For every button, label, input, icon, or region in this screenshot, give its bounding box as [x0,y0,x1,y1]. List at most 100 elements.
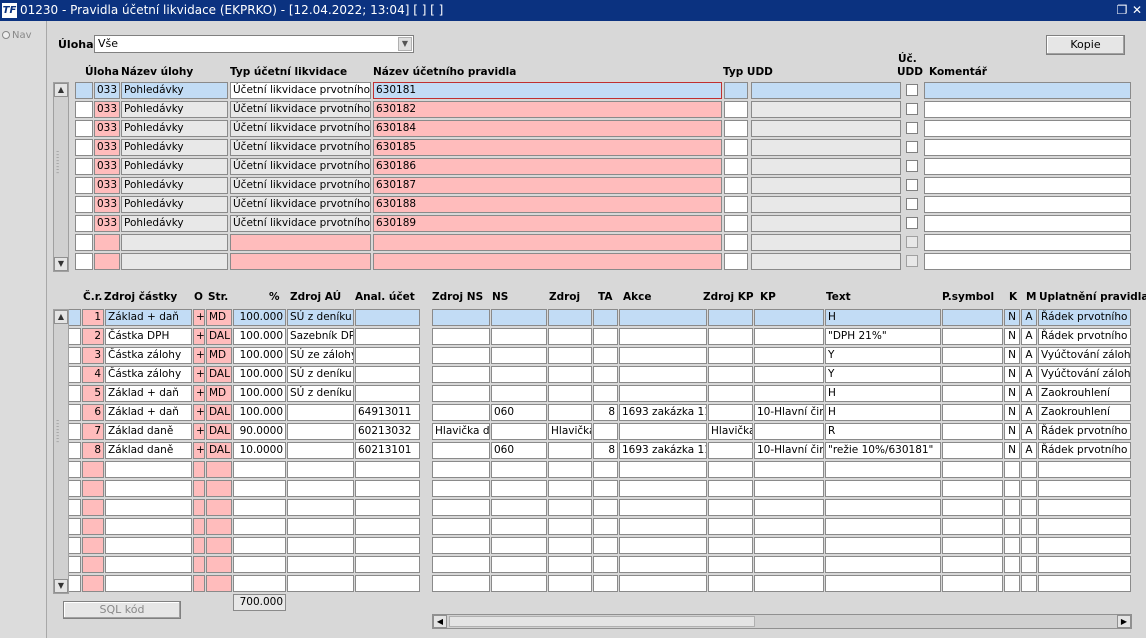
ta-cell[interactable] [593,347,618,364]
zdroj-cell[interactable] [548,347,592,364]
row-selector[interactable] [68,442,81,459]
cr-cell[interactable]: 3 [82,347,104,364]
zdroj-kp-cell[interactable] [708,537,753,554]
uloha-cell[interactable] [94,234,120,251]
zdroj-castky-cell[interactable] [105,499,192,516]
row-selector[interactable] [68,537,81,554]
typ-udd-name-cell[interactable] [751,139,901,156]
zdroj-ns-cell[interactable] [432,499,490,516]
k-cell[interactable] [1004,518,1020,535]
zdroj-cell[interactable] [548,499,592,516]
row-selector[interactable] [68,575,81,592]
anal-ucet-cell[interactable] [355,556,420,573]
text-cell[interactable] [825,461,941,478]
row-selector[interactable] [68,385,81,402]
m-cell[interactable]: A [1021,309,1037,326]
strana-cell[interactable] [206,556,232,573]
text-cell[interactable] [825,575,941,592]
zdroj-cell[interactable] [548,575,592,592]
ta-cell[interactable] [593,518,618,535]
nazev-pravidla-cell[interactable] [373,253,722,270]
m-cell[interactable]: A [1021,442,1037,459]
anal-ucet-cell[interactable]: 60213101 [355,442,420,459]
cr-cell[interactable] [82,537,104,554]
kp-cell[interactable] [754,575,824,592]
typ-udd-name-cell[interactable] [751,101,901,118]
kp-cell[interactable] [754,423,824,440]
percent-cell[interactable] [233,556,286,573]
typ-likvidace-cell[interactable]: Účetní likvidace prvotního do [230,120,371,137]
k-cell[interactable]: N [1004,347,1020,364]
ns-cell[interactable] [491,347,547,364]
strana-cell[interactable]: DAL [206,366,232,383]
anal-ucet-cell[interactable] [355,366,420,383]
ns-cell[interactable] [491,328,547,345]
zdroj-au-cell[interactable] [287,556,354,573]
zdroj-au-cell[interactable]: SÚ ze zálohy [287,347,354,364]
text-cell[interactable] [825,556,941,573]
typ-udd-cell[interactable] [724,215,748,232]
cr-cell[interactable]: 6 [82,404,104,421]
lines-grid-scrollbar[interactable]: ▲ ∶∶ ∶∶ ∶∶ ∶∶ ▼ [53,309,69,594]
zdroj-castky-cell[interactable]: Základ + daň [105,404,192,421]
operator-cell[interactable]: + [193,309,205,326]
kp-cell[interactable] [754,499,824,516]
anal-ucet-cell[interactable] [355,347,420,364]
uc-udd-checkbox[interactable] [906,217,918,229]
zdroj-cell[interactable] [548,556,592,573]
text-cell[interactable]: R [825,423,941,440]
text-cell[interactable] [825,537,941,554]
typ-udd-name-cell[interactable] [751,196,901,213]
kp-cell[interactable] [754,385,824,402]
uc-udd-checkbox[interactable] [906,122,918,134]
ns-cell[interactable]: 060 [491,442,547,459]
ns-cell[interactable] [491,309,547,326]
typ-likvidace-cell[interactable]: Účetní likvidace prvotního do [230,139,371,156]
psymbol-cell[interactable] [942,328,1003,345]
psymbol-cell[interactable] [942,518,1003,535]
kp-cell[interactable] [754,480,824,497]
uc-udd-checkbox[interactable] [906,198,918,210]
row-selector[interactable] [68,461,81,478]
strana-cell[interactable]: MD [206,309,232,326]
nazev-ulohy-cell[interactable]: Pohledávky [121,101,228,118]
strana-cell[interactable] [206,480,232,497]
k-cell[interactable] [1004,499,1020,516]
k-cell[interactable] [1004,480,1020,497]
percent-cell[interactable] [233,461,286,478]
psymbol-cell[interactable] [942,404,1003,421]
komentar-cell[interactable] [924,177,1131,194]
uplatneni-cell[interactable] [1038,499,1131,516]
m-cell[interactable] [1021,480,1037,497]
k-cell[interactable]: N [1004,442,1020,459]
row-selector[interactable] [75,158,93,175]
akce-cell[interactable] [619,347,707,364]
komentar-cell[interactable] [924,196,1131,213]
percent-cell[interactable] [233,499,286,516]
ns-cell[interactable] [491,575,547,592]
nav-tab[interactable]: Nav [2,30,32,41]
psymbol-cell[interactable] [942,385,1003,402]
typ-udd-cell[interactable] [724,120,748,137]
komentar-cell[interactable] [924,101,1131,118]
zdroj-au-cell[interactable] [287,518,354,535]
anal-ucet-cell[interactable] [355,328,420,345]
nazev-ulohy-cell[interactable] [121,234,228,251]
typ-likvidace-cell[interactable] [230,234,371,251]
typ-likvidace-cell[interactable]: Účetní likvidace prvotního do [230,177,371,194]
strana-cell[interactable] [206,518,232,535]
percent-cell[interactable]: 10.0000 [233,442,286,459]
percent-cell[interactable]: 90.0000 [233,423,286,440]
zdroj-kp-cell[interactable] [708,366,753,383]
scroll-up-icon[interactable]: ▲ [54,83,68,97]
k-cell[interactable] [1004,575,1020,592]
ns-cell[interactable] [491,518,547,535]
akce-cell[interactable]: 1693 zakázka 116 [619,442,707,459]
zdroj-cell[interactable] [548,442,592,459]
k-cell[interactable] [1004,556,1020,573]
zdroj-castky-cell[interactable]: Základ daně [105,442,192,459]
psymbol-cell[interactable] [942,575,1003,592]
strana-cell[interactable]: MD [206,385,232,402]
cr-cell[interactable] [82,480,104,497]
text-cell[interactable]: H [825,404,941,421]
